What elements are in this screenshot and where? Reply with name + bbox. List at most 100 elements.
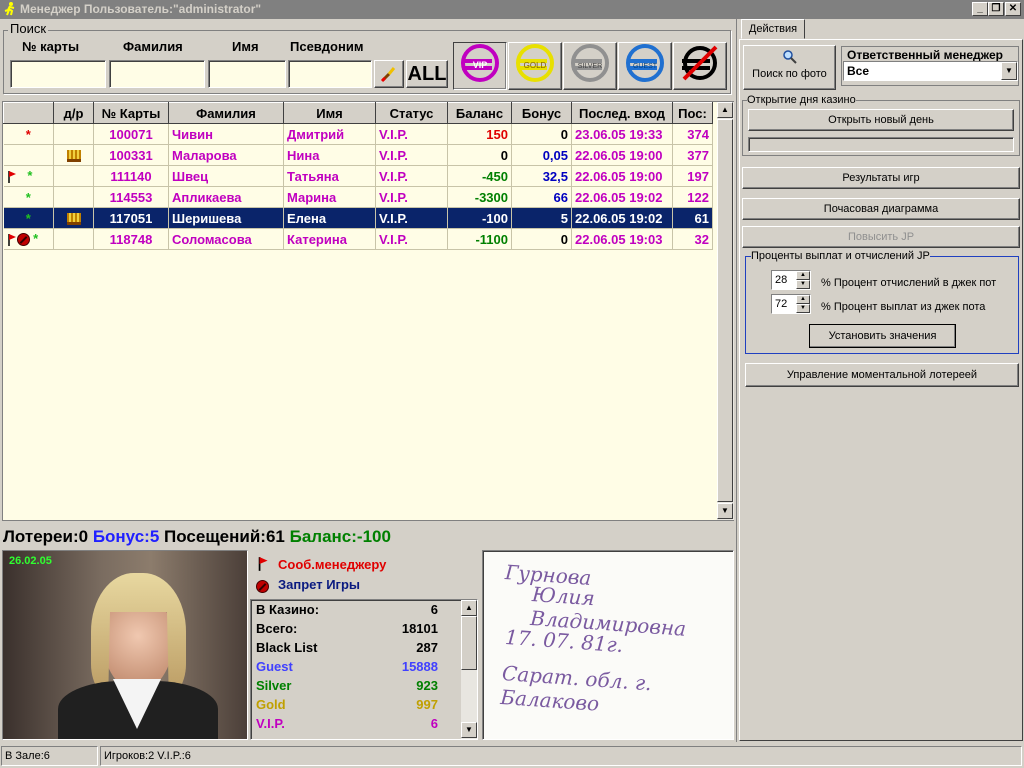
col-status[interactable]: Статус bbox=[375, 102, 448, 124]
photo-search-button[interactable]: Поиск по фото bbox=[743, 45, 836, 90]
svg-text:GUEST: GUEST bbox=[633, 63, 658, 70]
balance-cell: 150 bbox=[447, 123, 512, 145]
grid-scrollbar[interactable]: ▲ ▼ bbox=[717, 102, 734, 520]
spin-up-icon[interactable]: ▲ bbox=[796, 271, 810, 280]
gold-card-button[interactable]: GOLD bbox=[508, 42, 562, 90]
row-icons: * bbox=[3, 228, 54, 250]
scroll-thumb[interactable] bbox=[717, 119, 733, 502]
visits-cell: 374 bbox=[672, 123, 713, 145]
scroll-up-button[interactable]: ▲ bbox=[461, 600, 477, 616]
birthday-cell bbox=[53, 228, 94, 250]
spin-up-icon[interactable]: ▲ bbox=[796, 295, 810, 304]
status-cell: V.I.P. bbox=[375, 123, 448, 145]
last-visit-cell: 22.06.05 19:00 bbox=[571, 144, 673, 166]
maximize-button[interactable]: ❐ bbox=[988, 2, 1004, 16]
jp-deduction-stepper[interactable]: 28 ▲ ▼ bbox=[771, 270, 811, 290]
name-cell: Татьяна bbox=[283, 165, 376, 187]
row-icons: * bbox=[3, 186, 54, 208]
silver-euro-icon: SILVER bbox=[571, 44, 609, 82]
card-cell: 111140 bbox=[93, 165, 169, 187]
col-last-visit[interactable]: Послед. вход bbox=[571, 102, 673, 124]
svg-text:VIP: VIP bbox=[473, 60, 488, 70]
search-group-label: Поиск bbox=[8, 21, 49, 36]
status-cell: V.I.P. bbox=[375, 144, 448, 166]
selected-player-summary: Лотереи:0 Бонус:5 Посещений:61 Баланс:-1… bbox=[0, 526, 736, 548]
visits-cell: 197 bbox=[672, 165, 713, 187]
chevron-down-icon[interactable]: ▼ bbox=[1001, 62, 1017, 80]
row-icons bbox=[3, 144, 54, 166]
name-cell: Катерина bbox=[283, 228, 376, 250]
col-icons[interactable] bbox=[3, 102, 54, 124]
jp-payout-stepper[interactable]: 72 ▲ ▼ bbox=[771, 294, 811, 314]
stats-scrollbar[interactable]: ▲ ▼ bbox=[461, 600, 477, 739]
birthday-cell bbox=[53, 186, 94, 208]
ban-icon bbox=[256, 580, 269, 594]
birthday-cell bbox=[53, 144, 94, 166]
surname-input[interactable] bbox=[109, 60, 205, 88]
star-icon: * bbox=[25, 189, 31, 205]
card-number-input[interactable] bbox=[10, 60, 106, 88]
scroll-up-button[interactable]: ▲ bbox=[717, 102, 733, 118]
name-input[interactable] bbox=[208, 60, 286, 88]
col-card[interactable]: № Карты bbox=[93, 102, 169, 124]
table-row[interactable]: 100331 Маларова Нина V.I.P. 0 0,05 22.06… bbox=[3, 144, 713, 166]
surname-cell: Маларова bbox=[168, 144, 284, 166]
set-values-button[interactable]: Установить значения bbox=[809, 324, 956, 348]
game-results-button[interactable]: Результаты игр bbox=[742, 167, 1020, 189]
raise-jp-button[interactable]: Повысить JP bbox=[742, 226, 1020, 248]
spin-down-icon[interactable]: ▼ bbox=[796, 304, 810, 313]
vip-card-button[interactable]: VIP bbox=[453, 42, 507, 90]
visits-cell: 377 bbox=[672, 144, 713, 166]
col-visits[interactable]: Пос: bbox=[672, 102, 713, 124]
bonus-value: Бонус:5 bbox=[92, 527, 160, 546]
icon-legend: Сооб.менеджеру Запрет Игры bbox=[252, 553, 478, 597]
visits-cell: 32 bbox=[672, 228, 713, 250]
table-row[interactable]: * 114553 Апликаева Марина V.I.P. -3300 6… bbox=[3, 186, 713, 208]
scroll-thumb[interactable] bbox=[461, 616, 477, 670]
table-row-selected[interactable]: * 117051 Шеришева Елена V.I.P. -100 5 22… bbox=[3, 207, 713, 229]
bonus-cell: 0 bbox=[511, 123, 572, 145]
tab-actions[interactable]: Действия bbox=[741, 19, 805, 39]
col-name[interactable]: Имя bbox=[283, 102, 376, 124]
open-new-day-button[interactable]: Открыть новый день bbox=[748, 109, 1014, 131]
blacklist-card-button[interactable] bbox=[673, 42, 727, 90]
balance-value: Баланс:-100 bbox=[289, 527, 391, 546]
clear-button[interactable] bbox=[374, 60, 404, 88]
last-visit-cell: 22.06.05 19:02 bbox=[571, 207, 673, 229]
scroll-down-button[interactable]: ▼ bbox=[717, 503, 733, 519]
hourly-chart-button[interactable]: Почасовая диаграмма bbox=[742, 198, 1020, 220]
table-row[interactable]: * 100071 Чивин Дмитрий V.I.P. 150 0 23.0… bbox=[3, 123, 713, 145]
surname-cell: Шеришева bbox=[168, 207, 284, 229]
spin-down-icon[interactable]: ▼ bbox=[796, 280, 810, 289]
row-icons: * bbox=[3, 165, 54, 187]
col-balance[interactable]: Баланс bbox=[447, 102, 512, 124]
col-bonus[interactable]: Бонус bbox=[511, 102, 572, 124]
stat-gold: Gold 997 bbox=[256, 697, 438, 712]
all-button[interactable]: ALL bbox=[406, 60, 448, 88]
close-button[interactable]: ✕ bbox=[1005, 2, 1021, 16]
window-title: Менеджер Пользователь:"administrator" bbox=[20, 2, 262, 16]
birthday-cake-icon bbox=[66, 150, 81, 163]
table-header: д/р № Карты Фамилия Имя Статус Баланс Бо… bbox=[3, 102, 713, 124]
row-icons: * bbox=[3, 207, 54, 229]
surname-cell: Швец bbox=[168, 165, 284, 187]
lotteries-count: Лотереи:0 bbox=[3, 527, 89, 546]
name-cell: Нина bbox=[283, 144, 376, 166]
gold-euro-icon: GOLD bbox=[516, 44, 554, 82]
signature-line: Сарат. обл. г. Балаково bbox=[499, 660, 653, 716]
instant-lottery-button[interactable]: Управление моментальной лотереей bbox=[745, 363, 1019, 387]
bonus-cell: 0,05 bbox=[511, 144, 572, 166]
col-birthday[interactable]: д/р bbox=[53, 102, 94, 124]
scroll-down-button[interactable]: ▼ bbox=[461, 722, 477, 738]
hall-count: В Зале:6 bbox=[1, 746, 98, 766]
silver-card-button[interactable]: SILVER bbox=[563, 42, 617, 90]
manager-select[interactable]: Все ▼ bbox=[843, 61, 1018, 81]
minimize-button[interactable]: _ bbox=[972, 2, 988, 16]
table-row[interactable]: * 118748 Соломасова Катерина V.I.P. -110… bbox=[3, 228, 713, 250]
guest-card-button[interactable]: GUEST bbox=[618, 42, 672, 90]
table-row[interactable]: * 111140 Швец Татьяна V.I.P. -450 32,5 2… bbox=[3, 165, 713, 187]
col-surname[interactable]: Фамилия bbox=[168, 102, 284, 124]
game-ban-label: Запрет Игры bbox=[278, 577, 361, 592]
birthday-cell bbox=[53, 207, 94, 229]
nickname-input[interactable] bbox=[288, 60, 372, 88]
